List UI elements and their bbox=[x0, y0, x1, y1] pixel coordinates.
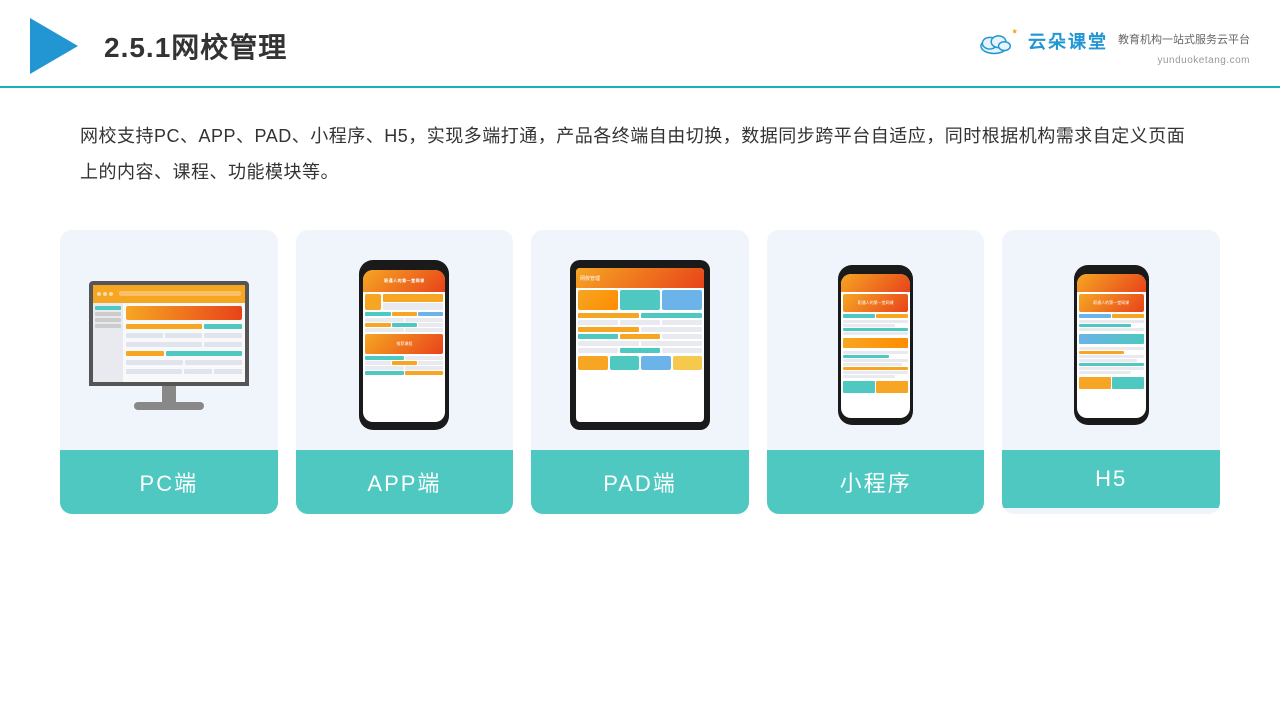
app-image-area: 职通人的第一堂网课 bbox=[296, 230, 514, 450]
logo-url: yunduoketang.com bbox=[1157, 55, 1250, 66]
pad-card: 网校管理 bbox=[531, 230, 749, 514]
pc-image-area bbox=[60, 230, 278, 450]
pad-image-area: 网校管理 bbox=[531, 230, 749, 450]
miniprogram-label: 小程序 bbox=[767, 450, 985, 514]
miniprogram-phone-icon: 职通人的第一堂网课 bbox=[838, 265, 913, 425]
pc-card: PC端 bbox=[60, 230, 278, 514]
cloud-logo-icon bbox=[978, 27, 1022, 55]
pc-monitor-icon bbox=[89, 281, 249, 410]
page-title: 2.5.1网校管理 bbox=[104, 26, 287, 66]
h5-label: H5 bbox=[1002, 450, 1220, 508]
pad-tablet-icon: 网校管理 bbox=[570, 260, 710, 430]
app-label: APP端 bbox=[296, 450, 514, 514]
pad-label: PAD端 bbox=[531, 450, 749, 514]
logo-tagline: 教育机构一站式服务云平台 bbox=[1118, 33, 1250, 48]
page-header: 2.5.1网校管理 云朵课堂 教育机构一站式服务云平台 yunduoketang… bbox=[0, 0, 1280, 88]
description-text: 网校支持PC、APP、PAD、小程序、H5，实现多端打通，产品各终端自由切换，数… bbox=[0, 88, 1280, 210]
app-card: 职通人的第一堂网课 bbox=[296, 230, 514, 514]
pc-label: PC端 bbox=[60, 450, 278, 514]
header-left: 2.5.1网校管理 bbox=[30, 18, 287, 74]
logo-area: 云朵课堂 教育机构一站式服务云平台 yunduoketang.com bbox=[978, 27, 1250, 66]
miniprogram-card: 职通人的第一堂网课 bbox=[767, 230, 985, 514]
play-icon bbox=[30, 18, 78, 74]
h5-card: 职通人的第一堂网课 bbox=[1002, 230, 1220, 514]
logo-cloud: 云朵课堂 教育机构一站式服务云平台 bbox=[978, 27, 1250, 55]
logo-name: 云朵课堂 bbox=[1028, 28, 1108, 54]
cards-container: PC端 职通人的第一堂网课 bbox=[0, 210, 1280, 544]
description-content: 网校支持PC、APP、PAD、小程序、H5，实现多端打通，产品各终端自由切换，数… bbox=[80, 126, 1185, 182]
h5-image-area: 职通人的第一堂网课 bbox=[1002, 230, 1220, 450]
miniprogram-image-area: 职通人的第一堂网课 bbox=[767, 230, 985, 450]
h5-phone-icon: 职通人的第一堂网课 bbox=[1074, 265, 1149, 425]
app-phone-icon: 职通人的第一堂网课 bbox=[359, 260, 449, 430]
